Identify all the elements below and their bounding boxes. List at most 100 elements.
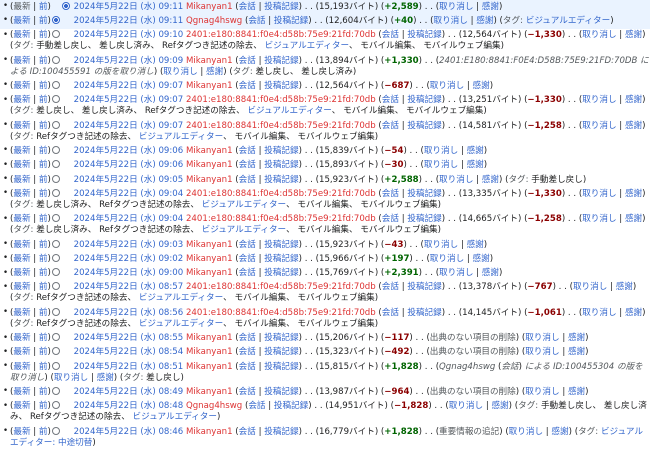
current-diff-link[interactable]: 最新 bbox=[13, 95, 30, 105]
user-link[interactable]: Mikanyan1 bbox=[186, 240, 233, 250]
user-contribs-link[interactable]: 投稿記録 bbox=[274, 401, 308, 411]
current-diff-link[interactable]: 最新 bbox=[13, 333, 30, 343]
user-contribs-link[interactable]: 投稿記録 bbox=[264, 2, 298, 12]
user-contribs-link[interactable]: 投稿記録 bbox=[407, 189, 441, 199]
user-talk-link[interactable]: 会話 bbox=[248, 401, 265, 411]
tag-ve[interactable]: ビジュアルエディター bbox=[139, 293, 223, 303]
undo-link[interactable]: 取り消し bbox=[582, 30, 616, 40]
revision-date-link[interactable]: 2024年5月22日 (水) 09:07 bbox=[74, 95, 184, 105]
undo-link[interactable]: 取り消し bbox=[525, 333, 559, 343]
oldid-radio[interactable] bbox=[51, 188, 60, 197]
user-link[interactable]: Mikanyan1 bbox=[186, 362, 233, 372]
tag-ve[interactable]: ビジュアルエディター bbox=[202, 225, 286, 235]
oldid-radio[interactable] bbox=[51, 120, 60, 129]
user-talk-link[interactable]: 会話 bbox=[382, 308, 399, 318]
current-diff-link[interactable]: 最新 bbox=[13, 401, 30, 411]
user-link[interactable]: Mikanyan1 bbox=[186, 56, 233, 66]
oldid-radio[interactable] bbox=[51, 401, 60, 410]
prev-diff-link[interactable]: 前 bbox=[39, 214, 48, 224]
oldid-radio[interactable] bbox=[51, 333, 60, 342]
current-diff-link[interactable]: 最新 bbox=[13, 146, 30, 156]
user-link[interactable]: Mikanyan1 bbox=[186, 254, 233, 264]
prev-diff-link[interactable]: 前 bbox=[39, 254, 48, 264]
thank-link[interactable]: 感謝 bbox=[482, 2, 499, 12]
undo-link[interactable]: 取り消し bbox=[430, 254, 464, 264]
oldid-radio[interactable] bbox=[51, 307, 60, 316]
user-link[interactable]: 2401:e180:8841:f0e4:d58b:75e9:21fd:70db bbox=[186, 121, 376, 131]
summary-talk-link[interactable]: 会話 bbox=[501, 362, 518, 372]
thank-link[interactable]: 感謝 bbox=[616, 282, 633, 292]
user-contribs-link[interactable]: 投稿記録 bbox=[264, 333, 298, 343]
current-diff-link[interactable]: 最新 bbox=[13, 282, 30, 292]
undo-link[interactable]: 取り消し bbox=[449, 401, 483, 411]
current-diff-link[interactable]: 最新 bbox=[13, 30, 30, 40]
undo-link[interactable]: 取り消し bbox=[525, 387, 559, 397]
thank-link[interactable]: 感謝 bbox=[97, 373, 114, 383]
thank-link[interactable]: 感謝 bbox=[625, 121, 642, 131]
undo-link[interactable]: 取り消し bbox=[430, 81, 464, 91]
user-contribs-link[interactable]: 投稿記録 bbox=[407, 308, 441, 318]
user-link[interactable]: Mikanyan1 bbox=[186, 160, 233, 170]
thank-link[interactable]: 感謝 bbox=[551, 427, 568, 437]
user-link[interactable]: 2401:e180:8841:f0e4:d58b:75e9:21fd:70db bbox=[186, 308, 376, 318]
user-contribs-link[interactable]: 投稿記録 bbox=[407, 95, 441, 105]
oldid-radio[interactable] bbox=[51, 95, 60, 104]
thank-link[interactable]: 感謝 bbox=[476, 16, 493, 26]
undo-link[interactable]: 取り消し bbox=[439, 2, 473, 12]
user-contribs-link[interactable]: 投稿記録 bbox=[264, 56, 298, 66]
oldid-radio[interactable] bbox=[51, 361, 60, 370]
user-link[interactable]: Mikanyan1 bbox=[186, 175, 233, 185]
current-diff-link[interactable]: 最新 bbox=[13, 175, 30, 185]
user-talk-link[interactable]: 会話 bbox=[239, 427, 256, 437]
thank-link[interactable]: 感謝 bbox=[467, 240, 484, 250]
user-contribs-link[interactable]: 投稿記録 bbox=[264, 160, 298, 170]
revision-date-link[interactable]: 2024年5月22日 (水) 09:09 bbox=[74, 56, 184, 66]
oldid-radio[interactable] bbox=[51, 239, 60, 248]
revision-date-link[interactable]: 2024年5月22日 (水) 08:46 bbox=[74, 427, 184, 437]
revision-date-link[interactable]: 2024年5月22日 (水) 09:10 bbox=[74, 30, 184, 40]
revision-date-link[interactable]: 2024年5月22日 (水) 08:51 bbox=[74, 362, 184, 372]
user-talk-link[interactable]: 会話 bbox=[239, 56, 256, 66]
undo-link[interactable]: 取り消し bbox=[424, 240, 458, 250]
revision-date-link[interactable]: 2024年5月22日 (水) 08:49 bbox=[74, 387, 184, 397]
current-diff-link[interactable]: 最新 bbox=[13, 189, 30, 199]
user-talk-link[interactable]: 会話 bbox=[239, 240, 256, 250]
thank-link[interactable]: 感謝 bbox=[473, 81, 490, 91]
user-talk-link[interactable]: 会話 bbox=[382, 214, 399, 224]
revision-date-link[interactable]: 2024年5月22日 (水) 09:07 bbox=[74, 121, 184, 131]
thank-link[interactable]: 感謝 bbox=[625, 214, 642, 224]
user-link[interactable]: Mikanyan1 bbox=[186, 427, 233, 437]
thank-link[interactable]: 感謝 bbox=[625, 30, 642, 40]
revision-date-link[interactable]: 2024年5月22日 (水) 09:05 bbox=[74, 175, 184, 185]
tag-ve[interactable]: ビジュアルエディター bbox=[133, 412, 217, 422]
prev-diff-link[interactable]: 前 bbox=[39, 189, 48, 199]
prev-diff-link[interactable]: 前 bbox=[39, 95, 48, 105]
undo-link[interactable]: 取り消し bbox=[424, 146, 458, 156]
current-diff-link[interactable]: 最新 bbox=[13, 16, 30, 26]
user-talk-link[interactable]: 会話 bbox=[239, 160, 256, 170]
revision-date-link[interactable]: 2024年5月22日 (水) 09:04 bbox=[74, 189, 184, 199]
oldid-radio[interactable] bbox=[51, 15, 60, 24]
revision-date-link[interactable]: 2024年5月22日 (水) 09:11 bbox=[74, 2, 184, 12]
thank-link[interactable]: 感謝 bbox=[206, 67, 223, 77]
revision-date-link[interactable]: 2024年5月22日 (水) 08:56 bbox=[74, 308, 184, 318]
undo-link[interactable]: 取り消し bbox=[163, 67, 197, 77]
revision-date-link[interactable]: 2024年5月22日 (水) 08:57 bbox=[74, 282, 184, 292]
oldid-radio[interactable] bbox=[51, 145, 60, 154]
user-link[interactable]: Mikanyan1 bbox=[186, 146, 233, 156]
undo-link[interactable]: 取り消し bbox=[439, 175, 473, 185]
user-contribs-link[interactable]: 投稿記録 bbox=[264, 427, 298, 437]
user-talk-link[interactable]: 会話 bbox=[239, 146, 256, 156]
undo-link[interactable]: 取り消し bbox=[582, 121, 616, 131]
tag-ve[interactable]: ビジュアルエディター bbox=[139, 132, 223, 142]
oldid-radio[interactable] bbox=[51, 214, 60, 223]
prev-diff-link[interactable]: 前 bbox=[39, 387, 48, 397]
user-contribs-link[interactable]: 投稿記録 bbox=[407, 282, 441, 292]
user-link[interactable]: Mikanyan1 bbox=[186, 333, 233, 343]
user-contribs-link[interactable]: 投稿記録 bbox=[264, 146, 298, 156]
prev-diff-link[interactable]: 前 bbox=[39, 160, 48, 170]
diff-radio[interactable] bbox=[61, 1, 70, 10]
current-diff-link[interactable]: 最新 bbox=[13, 254, 30, 264]
prev-diff-link[interactable]: 前 bbox=[39, 427, 48, 437]
prev-diff-link[interactable]: 前 bbox=[39, 282, 48, 292]
